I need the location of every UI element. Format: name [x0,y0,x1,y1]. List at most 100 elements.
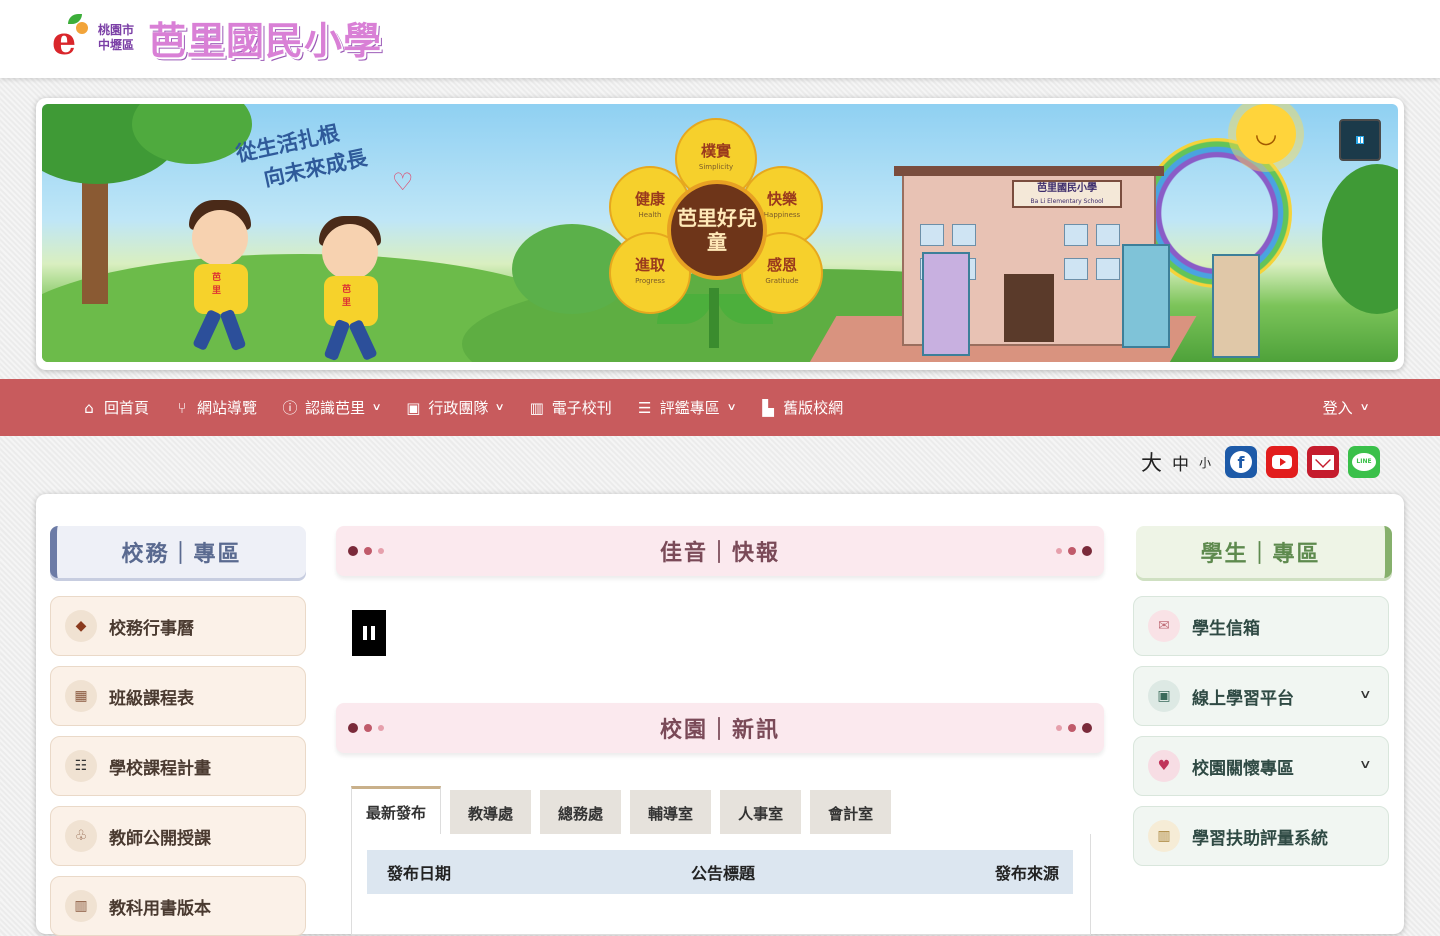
announcement-section-header: 佳音｜快報 [336,526,1104,576]
news-section-title: 校園｜新訊 [659,717,780,743]
flower-center-text: 芭里好兒童 [667,180,767,280]
email-icon[interactable] [1307,446,1339,478]
nav-about-label: 認識芭里 [305,399,366,417]
nav-login-label: 登入 [1322,399,1353,417]
tab-accounting[interactable]: 會計室 [810,790,892,836]
nav-admin-team[interactable]: ▣ 行政團隊 ∨ [392,379,515,436]
nav-login[interactable]: 登入 ∨ [1311,379,1380,436]
book-icon: ▥ [529,398,544,417]
list-icon: ☰ [638,398,652,417]
clover-icon: ♧ [65,820,97,852]
banner-slogan: 從生活扎根 向未來成長 [233,113,370,198]
banner-pause-button[interactable] [1339,119,1381,161]
student-zone-title: 學生｜專區 [1136,526,1392,578]
tab-general-affairs[interactable]: 總務處 [540,790,622,836]
logo-e-icon: e [50,12,92,64]
font-size-large[interactable]: 大 [1141,447,1162,477]
left-item-school-calendar[interactable]: ◆ 校務行事曆 [50,596,306,656]
nav-home-label: 回首頁 [104,399,150,417]
banner-frame: ◡ 從生活扎根 向未來成長 ♡ 芭里 芭里 樸實 Simplicity 健康 Hea… [36,98,1404,370]
main-nav: ⌂ 回首頁 ⑂ 網站導覽 ⓘ 認識芭里 ∨ ▣ 行政團隊 ∨ ▥ 電子校刊 ☰ 評鑑專區 ∨ ▙ 舊… [0,379,1440,436]
right-item-label: 學生信箱 [1192,618,1260,639]
admin-zone-title: 校務｜專區 [50,526,306,578]
left-item-curriculum-plan[interactable]: ☷ 學校課程計畫 [50,736,306,796]
chevron-down-icon: ∨ [494,402,506,413]
left-item-class-schedule[interactable]: ▦ 班級課程表 [50,666,306,726]
left-item-open-class[interactable]: ♧ 教師公開授課 [50,806,306,866]
screen-icon: ▣ [1148,680,1180,712]
news-tabs: 最新發布 教導處 總務處 輔導室 人事室 會計室 [351,786,900,836]
tab-latest[interactable]: 最新發布 [351,786,442,836]
contact-card-icon: ▣ [406,398,421,417]
heart-icon: ♡ [392,168,414,196]
news-section-header: 校園｜新訊 [336,703,1104,753]
building-sign: 芭里國民小學 Ba Li Elementary School [1012,180,1122,208]
sun-icon: ◡ [1236,104,1296,164]
site-header: e 桃園市中壢區 芭里國民小學 [0,0,1440,78]
columns-icon: ▥ [1148,820,1180,852]
line-icon-text: LINE [1352,453,1376,471]
nav-evaluation-label: 評鑑專區 [659,399,720,417]
chevron-down-icon: ∨ [1359,757,1373,771]
logo-county-text: 桃園市中壢區 [98,22,135,52]
tab-personnel[interactable]: 人事室 [720,790,802,836]
column-header-date[interactable]: 發布日期 [387,860,451,884]
utility-bar: 大 中 小 f LINE [1136,444,1380,480]
line-icon[interactable]: LINE [1348,446,1380,478]
left-item-textbook-version[interactable]: ▥ 教科用書版本 [50,876,306,936]
nav-about[interactable]: ⓘ 認識芭里 ∨ [269,379,392,436]
facebook-icon[interactable]: f [1225,446,1257,478]
banner-image: ◡ 從生活扎根 向未來成長 ♡ 芭里 芭里 樸實 Simplicity 健康 Hea… [42,104,1398,362]
boy-shirt-tag: 芭里 [212,273,222,296]
chevron-down-icon: ∨ [726,402,737,413]
chevron-down-icon: ∨ [1359,687,1373,701]
nav-sitemap-label: 網站導覽 [197,399,258,417]
tab-academic-affairs[interactable]: 教導處 [450,790,532,836]
column-header-title[interactable]: 公告標題 [691,860,755,884]
left-item-label: 班級課程表 [109,688,194,709]
values-sunflower: 樸實 Simplicity 健康 Health 快樂 Happiness 進取 Prog… [609,118,823,348]
book-icon: ▥ [65,890,97,922]
left-item-label: 教師公開授課 [109,828,211,849]
grid-icon: ▦ [65,680,97,712]
left-item-label: 教科用書版本 [109,898,211,919]
school-logo[interactable]: e 桃園市中壢區 芭里國民小學 [50,10,382,65]
right-item-label: 線上學習平台 [1192,688,1294,709]
nav-sitemap[interactable]: ⑂ 網站導覽 [161,379,269,436]
carousel-pause-button[interactable] [352,610,386,656]
nav-e-magazine[interactable]: ▥ 電子校刊 [516,379,624,436]
nav-old-site[interactable]: ▙ 舊版校網 [747,379,855,436]
column-header-source[interactable]: 發布來源 [995,860,1059,884]
nav-old-site-label: 舊版校網 [783,399,844,417]
girl-shirt-tag: 芭里 [342,285,352,308]
envelope-icon: ✉ [1148,610,1180,642]
nav-admin-team-label: 行政團隊 [428,399,489,417]
font-size-medium[interactable]: 中 [1172,450,1189,475]
news-tab-panel: 發布日期 公告標題 發布來源 [351,834,1091,935]
left-item-label: 校務行事曆 [109,618,194,639]
right-item-campus-care[interactable]: ♥ 校園關懷專區 ∨ [1133,736,1389,796]
info-icon: ⓘ [282,399,298,417]
right-item-online-learning[interactable]: ▣ 線上學習平台 ∨ [1133,666,1389,726]
announcement-section-title: 佳音｜快報 [659,540,780,566]
chevron-down-icon: ∨ [1359,402,1370,413]
nav-e-magazine-label: 電子校刊 [551,399,612,417]
buildings-icon: ▙ [762,398,774,417]
heart-icon: ♥ [1148,750,1180,782]
sitemap-icon: ⑂ [177,398,187,417]
right-item-student-mail[interactable]: ✉ 學生信箱 [1133,596,1389,656]
diamond-icon: ◆ [65,610,97,642]
home-icon: ⌂ [84,398,94,417]
right-item-learning-support[interactable]: ▥ 學習扶助評量系統 [1133,806,1389,866]
news-table-header: 發布日期 公告標題 發布來源 [367,850,1073,894]
right-item-label: 學習扶助評量系統 [1192,828,1328,849]
left-item-label: 學校課程計畫 [109,758,211,779]
chevron-down-icon: ∨ [371,402,382,413]
nav-evaluation[interactable]: ☰ 評鑑專區 ∨ [624,379,747,436]
youtube-icon[interactable] [1266,446,1298,478]
tab-counseling[interactable]: 輔導室 [630,790,712,836]
font-size-small[interactable]: 小 [1199,454,1211,471]
nav-home[interactable]: ⌂ 回首頁 [68,379,161,436]
list-icon: ☷ [65,750,97,782]
right-item-label: 校園關懷專區 [1192,758,1294,779]
